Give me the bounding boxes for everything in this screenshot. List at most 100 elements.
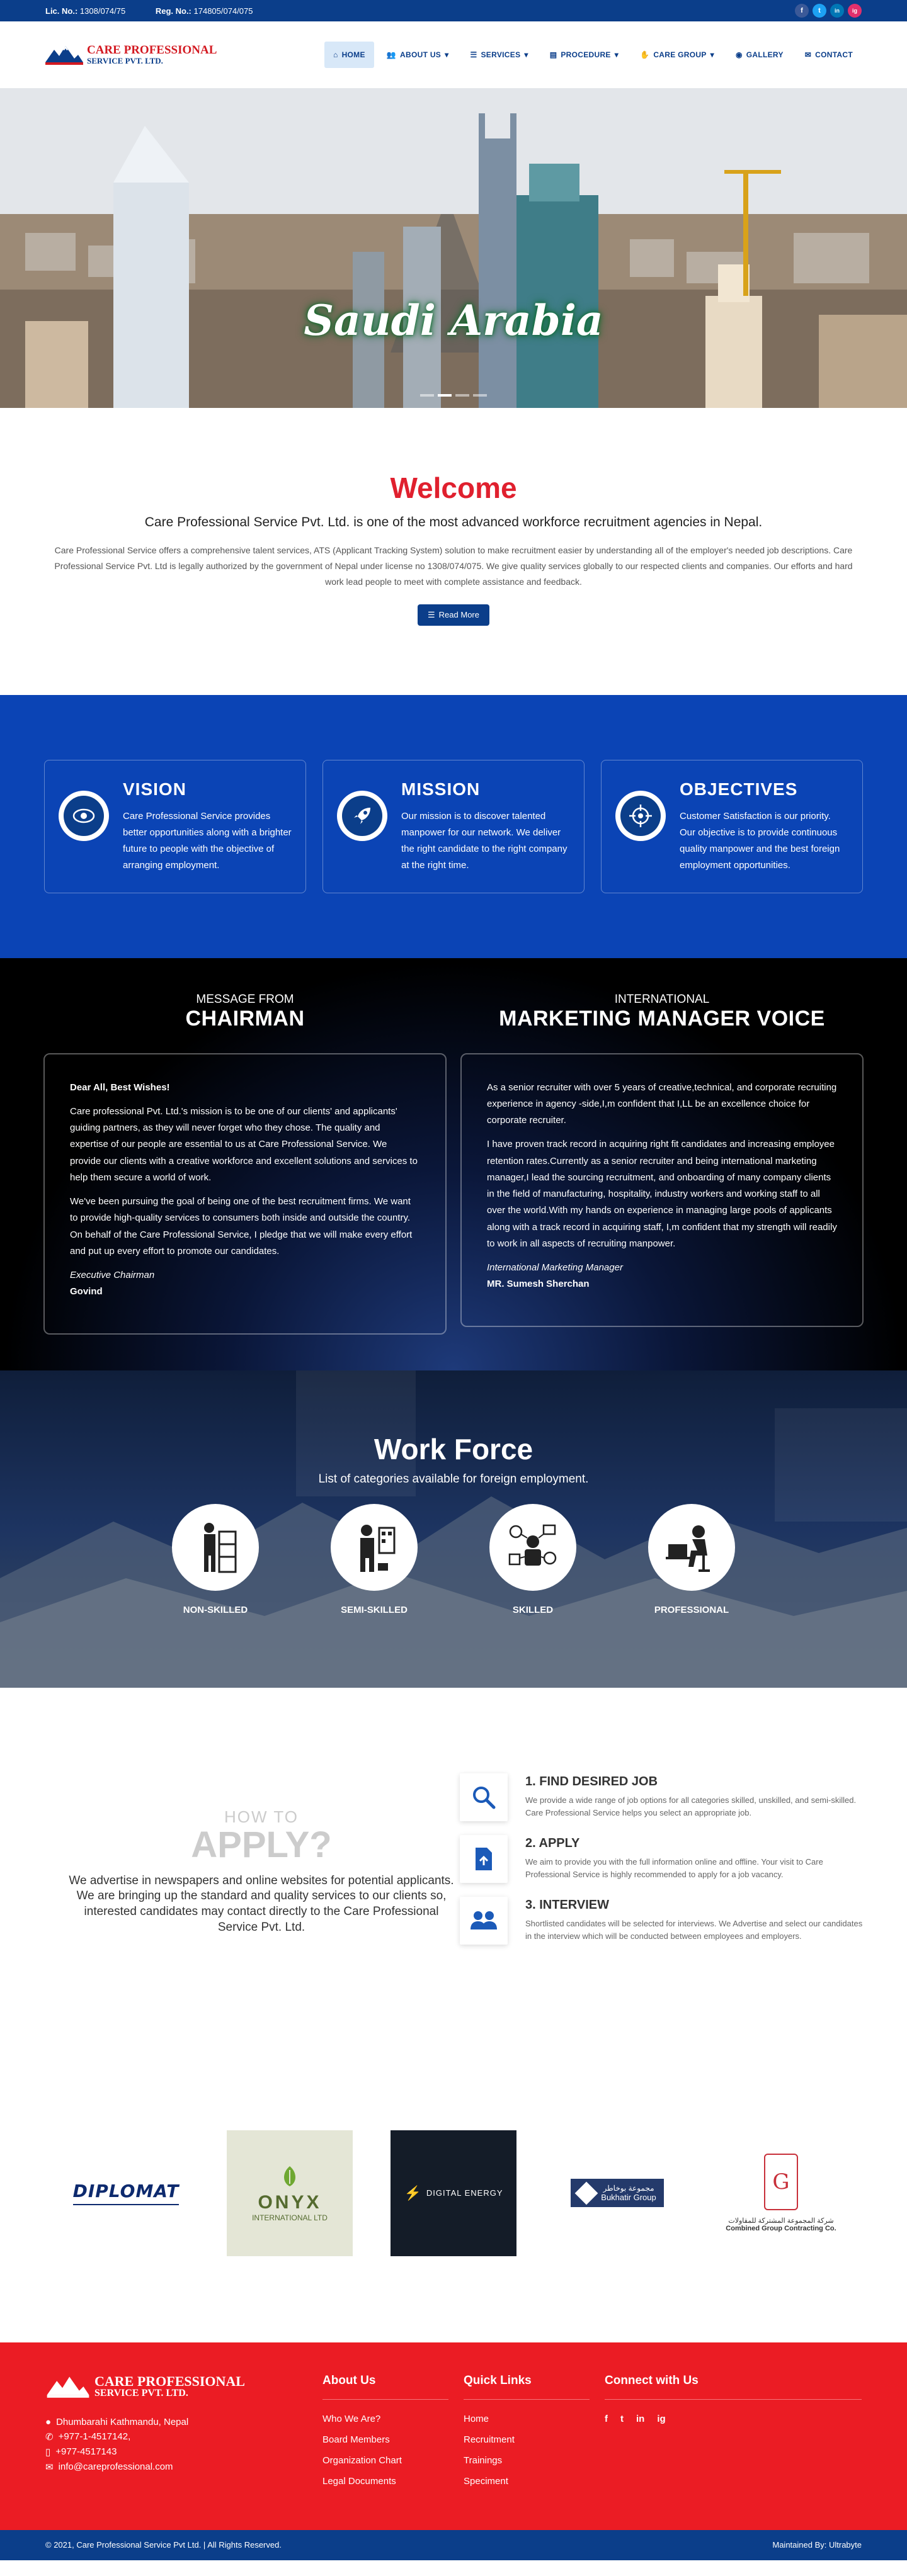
footer-link-organization-chart[interactable]: Organization Chart (322, 2455, 448, 2466)
map-marker-icon: ● (45, 2416, 52, 2427)
mountain-logo-icon (47, 2376, 89, 2398)
slider-dot[interactable] (455, 394, 469, 397)
footer-mobile[interactable]: ▯ +977-4517143 (45, 2446, 322, 2458)
slider-dot[interactable] (420, 394, 434, 397)
partner-logo-digital-energy[interactable]: ⚡ DIGITAL ENERGY (391, 2130, 516, 2256)
footer-phone[interactable]: ✆ +977-1-4517142, (45, 2431, 322, 2443)
mobile-text: +977-4517143 (55, 2446, 117, 2458)
license-info: Lic. No.: 1308/074/75 Reg. No.: 174805/0… (45, 6, 281, 16)
manager-message-box: As a senior recruiter with over 5 years … (460, 1053, 864, 1327)
license-label: Lic. No.: (45, 6, 78, 16)
linkedin-icon[interactable]: in (636, 2414, 644, 2424)
step-text: Shortlisted candidates will be selected … (525, 1918, 863, 1941)
logo-underline (72, 2204, 180, 2206)
category-label: PROFESSIONAL (654, 1604, 729, 1615)
vision-mission-section: VISION Care Professional Service provides… (0, 694, 907, 958)
footer-link-board-members[interactable]: Board Members (322, 2434, 448, 2445)
step-find-job: 1. FIND DESIRED JOB We provide a wide ran… (460, 1773, 863, 1821)
hero-caption: Saudi Arabia (304, 296, 603, 345)
step-title: 2. APPLY (525, 1836, 580, 1850)
footer-address: ● Dhumbarahi Kathmandu, Nepal (45, 2417, 322, 2427)
email-text: info@careprofessional.com (58, 2461, 173, 2473)
nav-item-care-group[interactable]: ✋ CARE GROUP ▾ (631, 42, 723, 68)
linkedin-icon[interactable]: in (830, 4, 844, 18)
site-logo[interactable]: CARE PROFESSIONAL SERVICE PVT. LTD. (45, 43, 217, 66)
chairman-paragraph-1: Care professional Pvt. Ltd.'s mission is… (70, 1105, 418, 1183)
messages-section: MESSAGE FROM CHAIRMAN Dear All, Best Wis… (0, 958, 907, 1370)
read-more-button[interactable]: ☰ Read More (418, 604, 489, 626)
vision-card: VISION Care Professional Service provides… (44, 759, 306, 893)
registration-label: Reg. No.: (155, 6, 191, 16)
facebook-icon[interactable]: f (605, 2414, 608, 2424)
step-text: We aim to provide you with the full info… (525, 1856, 823, 1880)
category-skilled[interactable]: SKILLED (489, 1503, 576, 1615)
apply-heading: APPLY? (191, 1824, 332, 1865)
chevron-down-icon: ▾ (710, 50, 714, 59)
mountain-logo-icon (45, 46, 83, 65)
instagram-icon[interactable]: ig (657, 2414, 665, 2424)
nav-item-services[interactable]: ☰ SERVICES ▾ (461, 42, 537, 68)
footer-link-who-we-are[interactable]: Who We Are? (322, 2414, 448, 2424)
manager-heading-small: INTERNATIONAL (614, 992, 710, 1006)
footer-brand-line2: SERVICE PVT. LTD. (94, 2387, 188, 2398)
apply-intro: We advertise in newspapers and online we… (69, 1873, 454, 1934)
footer-brand-line1: CARE PROFESSIONAL (94, 2373, 245, 2389)
footer-quick-title: Quick Links (464, 2374, 590, 2400)
registration-number: 174805/074/075 (193, 6, 253, 16)
nav-label: ABOUT US (400, 50, 442, 59)
footer-contact: CARE PROFESSIONAL SERVICE PVT. LTD. ● Dhum… (45, 2374, 322, 2530)
partner-logo-onyx[interactable]: ONYX INTERNATIONAL LTD (227, 2130, 353, 2256)
chairman-heading-small: MESSAGE FROM (196, 992, 294, 1006)
footer-link-legal-documents[interactable]: Legal Documents (322, 2476, 448, 2487)
users-icon: 👥 (386, 50, 397, 59)
twitter-icon[interactable]: t (620, 2414, 624, 2424)
partner-logo-diplomat[interactable]: DIPLOMAT (63, 2130, 189, 2256)
footer-logo[interactable]: CARE PROFESSIONAL SERVICE PVT. LTD. (45, 2374, 322, 2399)
nav-item-about[interactable]: 👥 ABOUT US ▾ (378, 42, 458, 68)
bukhatir-text: Bukhatir Group (601, 2193, 656, 2203)
nav-item-contact[interactable]: ✉ CONTACT (796, 42, 862, 68)
instagram-icon[interactable]: ig (848, 4, 862, 18)
twitter-icon[interactable]: t (813, 4, 826, 18)
combined-group-text: Combined Group Contracting Co. (726, 2225, 836, 2233)
category-semi-skilled[interactable]: SEMI-SKILLED (331, 1503, 418, 1615)
partner-logo-bukhatir[interactable]: مجموعة بوخاطر Bukhatir Group (554, 2130, 680, 2256)
nav-item-gallery[interactable]: ◉ GALLERY (727, 42, 792, 68)
workforce-subtitle: List of categories available for foreign… (318, 1472, 589, 1486)
vision-title: VISION (123, 779, 186, 799)
welcome-section: Welcome Care Professional Service Pvt. L… (0, 408, 907, 695)
worker-icon (172, 1503, 259, 1591)
top-social-links: f t in ig (795, 4, 862, 18)
facebook-icon[interactable]: f (795, 4, 809, 18)
slider-dot-active[interactable] (438, 394, 452, 397)
diplomat-logo-text: DIPLOMAT (72, 2181, 180, 2202)
category-label: NON-SKILLED (183, 1604, 248, 1615)
step-text: We provide a wide range of job options f… (525, 1795, 857, 1818)
home-icon: ⌂ (333, 50, 338, 59)
category-non-skilled[interactable]: NON-SKILLED (172, 1503, 259, 1615)
city-skyline-image (0, 88, 907, 408)
crosshair-icon (615, 790, 666, 841)
footer-link-recruitment[interactable]: Recruitment (464, 2434, 590, 2445)
step-apply: 2. APPLY We aim to provide you with the f… (460, 1834, 863, 1883)
footer-link-trainings[interactable]: Trainings (464, 2455, 590, 2466)
welcome-body: Care Professional Service offers a compr… (54, 545, 853, 587)
nav-item-procedure[interactable]: ▤ PROCEDURE ▾ (541, 42, 627, 68)
hero-slider[interactable]: Saudi Arabia (0, 88, 907, 408)
footer-link-speciment[interactable]: Speciment (464, 2476, 590, 2487)
footer-link-home[interactable]: Home (464, 2414, 590, 2424)
brand-name-line2: SERVICE PVT. LTD. (87, 56, 163, 66)
maintained-by-link[interactable]: Maintained By: Ultrabyte (772, 2540, 862, 2550)
nav-item-home[interactable]: ⌂ HOME (324, 42, 374, 68)
footer-email[interactable]: ✉ info@careprofessional.com (45, 2461, 322, 2473)
nav-label: GALLERY (746, 50, 784, 59)
slider-dot[interactable] (473, 394, 487, 397)
step-title: 1. FIND DESIRED JOB (525, 1774, 658, 1788)
phone-icon: ✆ (45, 2431, 54, 2443)
category-professional[interactable]: PROFESSIONAL (648, 1503, 735, 1615)
leaf-icon (283, 2166, 295, 2187)
partner-logo-combined-group[interactable]: G شركة المجموعة المشتركة للمقاولات Combi… (718, 2130, 844, 2256)
users-icon (460, 1896, 508, 1945)
engineer-icon (489, 1503, 576, 1591)
workforce-categories: NON-SKILLED SEMI-SKILLED SKILLED PROFESS… (0, 1503, 907, 1615)
